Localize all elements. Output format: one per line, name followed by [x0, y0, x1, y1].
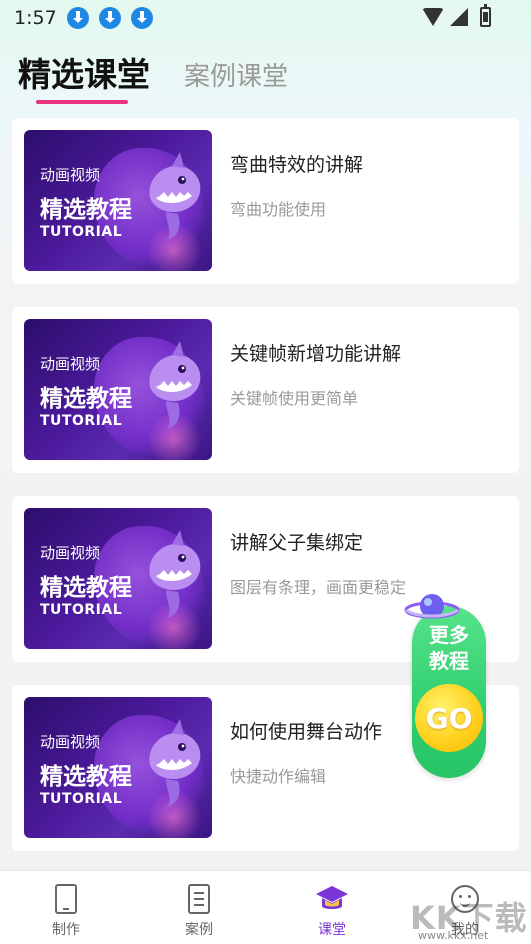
battery-icon [480, 4, 491, 27]
course-card[interactable]: 动画视频 精选教程 TUTORIAL 关键帧新增功能讲解 关键帧使用更简单 [12, 307, 519, 473]
course-thumbnail: 动画视频 精选教程 TUTORIAL [24, 319, 212, 460]
signal-icon [450, 8, 468, 26]
course-title: 讲解父子集绑定 [230, 532, 364, 554]
tab-featured[interactable]: 精选课堂 [18, 48, 150, 96]
thumbnail-tag: TUTORIAL [40, 224, 123, 240]
go-button[interactable]: GO [415, 684, 483, 752]
download-icon [98, 7, 121, 29]
thumbnail-heading: 精选教程 [40, 386, 132, 412]
tab-cases[interactable]: 案例课堂 [184, 56, 288, 93]
graduation-cap-icon [316, 886, 348, 909]
thumbnail-heading: 精选教程 [40, 197, 132, 223]
thumbnail-tag: TUTORIAL [40, 413, 123, 429]
thumbnail-caption: 动画视频 [40, 355, 101, 373]
course-subtitle: 快捷动作编辑 [230, 767, 327, 786]
nav-label: 制作 [52, 922, 80, 938]
course-title: 关键帧新增功能讲解 [230, 343, 402, 365]
shark-mascot-icon [149, 341, 201, 429]
course-title: 如何使用舞台动作 [230, 721, 383, 743]
tab-indicator [36, 100, 128, 104]
nav-item-cases[interactable]: 案例 [164, 883, 234, 939]
shark-mascot-icon [149, 152, 201, 240]
more-tutorials-label: 更多教程 [429, 623, 469, 673]
course-thumbnail: 动画视频 精选教程 TUTORIAL [24, 508, 212, 649]
document-icon [188, 884, 210, 914]
status-bar: 1:57 [0, 0, 531, 36]
nav-label: 案例 [185, 922, 213, 938]
course-subtitle: 关键帧使用更简单 [230, 389, 359, 408]
nav-label: 课堂 [318, 922, 346, 938]
course-thumbnail: 动画视频 精选教程 TUTORIAL [24, 130, 212, 271]
course-thumbnail: 动画视频 精选教程 TUTORIAL [24, 697, 212, 838]
thumbnail-caption: 动画视频 [40, 166, 101, 184]
watermark-url: www.kkx.net [418, 929, 489, 942]
shark-mascot-icon [149, 530, 201, 618]
course-subtitle: 弯曲功能使用 [230, 200, 327, 219]
shark-mascot-icon [149, 719, 201, 807]
more-tutorials-button[interactable]: 更多教程 GO [404, 588, 490, 778]
thumbnail-caption: 动画视频 [40, 544, 101, 562]
wifi-icon [422, 8, 444, 26]
status-time: 1:57 [14, 7, 57, 29]
course-subtitle: 图层有条理，画面更稳定 [230, 578, 407, 597]
nav-item-create[interactable]: 制作 [31, 883, 101, 939]
download-icon [130, 7, 153, 29]
thumbnail-caption: 动画视频 [40, 733, 101, 751]
course-title: 弯曲特效的讲解 [230, 154, 364, 176]
thumbnail-tag: TUTORIAL [40, 602, 123, 618]
download-icon [66, 7, 89, 29]
thumbnail-heading: 精选教程 [40, 575, 132, 601]
nav-item-classroom[interactable]: 课堂 [297, 883, 367, 939]
status-indicators [422, 4, 491, 27]
thumbnail-heading: 精选教程 [40, 764, 132, 790]
go-label: GO [425, 701, 473, 735]
course-card[interactable]: 动画视频 精选教程 TUTORIAL 弯曲特效的讲解 弯曲功能使用 [12, 118, 519, 284]
phone-icon [55, 884, 77, 914]
thumbnail-tag: TUTORIAL [40, 791, 123, 807]
